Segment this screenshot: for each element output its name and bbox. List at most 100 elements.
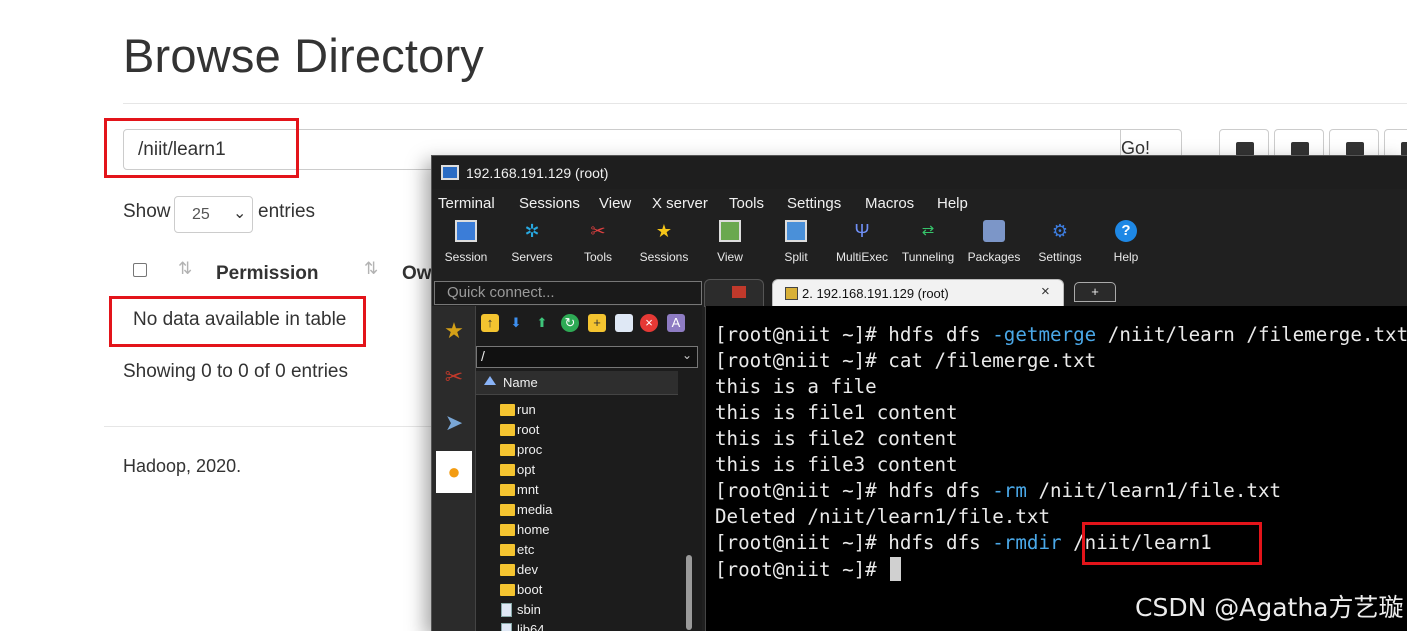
select-all-checkbox[interactable] [133, 263, 147, 277]
file-name: root [517, 422, 540, 437]
file-name: opt [517, 462, 536, 477]
home-icon [732, 286, 746, 298]
page-title: Browse Directory [123, 29, 485, 82]
toolbar-settings-button[interactable]: ⚙ Settings [1030, 220, 1090, 270]
annotation-box [1082, 522, 1262, 565]
sort-icon[interactable]: ⇅ [178, 259, 192, 279]
file-name: mnt [517, 482, 539, 497]
toolbar-packages-button[interactable]: Packages [964, 220, 1024, 270]
folder-icon [500, 484, 515, 496]
terminal-line: this is file1 content [715, 401, 958, 424]
folder-icon [500, 544, 515, 556]
terminal-cursor [890, 557, 902, 581]
folder-icon [500, 404, 515, 416]
paste-icon [1401, 142, 1407, 156]
terminal-line: [root@niit ~]# hdfs dfs -getmerge /niit/… [715, 323, 1407, 346]
sidebar-tabs: ★ ✂ ➤ ● [432, 306, 476, 631]
menu-help[interactable]: Help [937, 195, 968, 212]
column-header-permission[interactable]: Permission [216, 263, 318, 285]
sessions-star-icon[interactable]: ★ [436, 310, 472, 352]
table-info: Showing 0 to 0 of 0 entries [123, 361, 348, 382]
sftp-scrollbar[interactable] [683, 395, 695, 631]
sftp-path-input[interactable]: / ⌄ [476, 346, 698, 368]
home-tab[interactable] [704, 279, 764, 307]
session-tab-label: 2. 192.168.191.129 (root) [802, 286, 949, 301]
delete-icon[interactable]: × [640, 314, 658, 332]
toolbar-tunneling-button[interactable]: ⇄ Tunneling [898, 220, 958, 270]
network-icon: ✲ [524, 221, 540, 241]
chevron-down-icon[interactable]: ⌄ [682, 348, 692, 362]
cloud-upload-icon [1291, 142, 1309, 156]
quick-connect-input[interactable]: Quick connect... [434, 281, 702, 305]
new-file-icon[interactable] [615, 314, 633, 332]
sftp-icon[interactable]: ● [436, 451, 472, 493]
toolbar-tools-button[interactable]: ✂ Tools [568, 220, 628, 270]
menu-view[interactable]: View [599, 195, 631, 212]
toolbar-sessions-button[interactable]: ★ Sessions [634, 220, 694, 270]
tools-icon[interactable]: ✂ [436, 356, 472, 398]
folder-icon [500, 564, 515, 576]
sort-ascending-icon [484, 376, 496, 385]
toolbar-session-button[interactable]: Session [436, 220, 496, 270]
terminal-line: Deleted /niit/learn1/file.txt [715, 505, 1051, 528]
packages-icon [983, 220, 1005, 242]
toolbar-view-button[interactable]: View [700, 220, 760, 270]
entries-select[interactable]: 25 ⌄ [174, 196, 253, 233]
menu-settings[interactable]: Settings [787, 195, 841, 212]
annotation-box [104, 118, 299, 178]
session-tabbar: 2. 192.168.191.129 (root) × + [704, 278, 1407, 307]
terminal-tab-icon [785, 287, 798, 300]
download-icon[interactable]: ⬇ [507, 314, 525, 332]
window-title: 192.168.191.129 (root) [466, 165, 609, 181]
menu-macros[interactable]: Macros [865, 195, 914, 212]
new-folder-icon[interactable]: + [588, 314, 606, 332]
menu-tools[interactable]: Tools [729, 195, 764, 212]
terminal-line: [root@niit ~]# [715, 557, 902, 581]
scrollbar-thumb[interactable] [686, 555, 692, 630]
folder-icon [500, 504, 515, 516]
menu-sessions[interactable]: Sessions [519, 195, 580, 212]
window-titlebar[interactable]: 192.168.191.129 (root) [432, 156, 1407, 189]
name-column-header[interactable]: Name [476, 371, 678, 395]
file-name: sbin [517, 602, 541, 617]
chevron-down-icon: ⌄ [233, 205, 247, 222]
toolbar-multiexec-button[interactable]: Ψ MultiExec [832, 220, 892, 270]
refresh-icon[interactable]: ↻ [561, 314, 579, 332]
multiexec-icon: Ψ [854, 221, 870, 241]
annotation-box [109, 296, 366, 347]
folder-icon [500, 424, 515, 436]
divider [123, 103, 1407, 104]
terminal-output[interactable]: [root@niit ~]# hdfs dfs -getmerge /niit/… [705, 306, 1407, 631]
entries-select-value: 25 [192, 206, 210, 223]
parent-folder-icon[interactable]: ↑ [481, 314, 499, 332]
file-name: proc [517, 442, 543, 457]
sort-icon[interactable]: ⇅ [364, 259, 378, 279]
file-name: etc [517, 542, 535, 557]
file-name: boot [517, 582, 543, 597]
link-icon [501, 603, 512, 617]
tunneling-icon: ⇄ [921, 222, 935, 239]
file-name: dev [517, 562, 538, 577]
folder-icon [500, 524, 515, 536]
split-icon [785, 220, 807, 242]
terminal-line: this is file3 content [715, 453, 958, 476]
tools-icon: ✂ [590, 221, 606, 241]
send-icon[interactable]: ➤ [436, 402, 472, 444]
upload-icon[interactable]: ⬆ [533, 314, 551, 332]
sftp-browser: ↑ ⬇ ⬆ ↻ + × A / ⌄ Name run root proc opt… [476, 306, 702, 631]
terminal-line: [root@niit ~]# cat /filemerge.txt [715, 349, 1097, 372]
close-icon[interactable]: × [1041, 283, 1050, 300]
menu-terminal[interactable]: Terminal [438, 195, 495, 212]
toolbar-split-button[interactable]: Split [766, 220, 826, 270]
file-name: home [517, 522, 550, 537]
terminal-line: this is file2 content [715, 427, 958, 450]
toolbar-help-button[interactable]: ? Help [1096, 220, 1156, 270]
new-tab-button[interactable]: + [1074, 282, 1116, 302]
column-header-owner[interactable]: Ow [402, 263, 432, 285]
menu-x-server[interactable]: X server [652, 195, 708, 212]
folder-open-icon [1236, 142, 1254, 156]
rename-icon[interactable]: A [667, 314, 685, 332]
footer: Hadoop, 2020. [123, 456, 242, 476]
toolbar-servers-button[interactable]: ✲ Servers [502, 220, 562, 270]
session-tab[interactable]: 2. 192.168.191.129 (root) × [772, 279, 1064, 307]
